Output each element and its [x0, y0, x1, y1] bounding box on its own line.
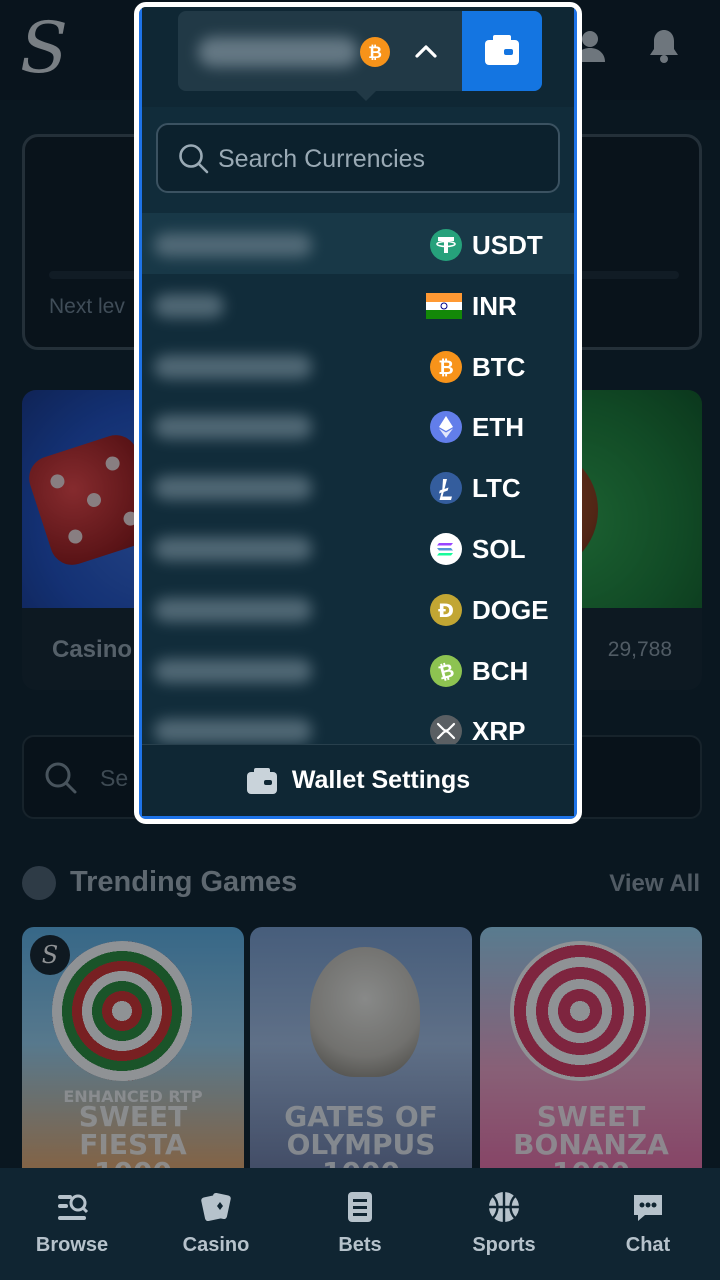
- currency-code: BTC: [472, 351, 526, 382]
- blurred-amount: [154, 476, 312, 501]
- nav-label: Browse: [35, 1234, 109, 1256]
- currency-search-input[interactable]: [218, 139, 548, 179]
- dropdown-caret: [356, 91, 376, 101]
- bets-icon: [348, 1192, 372, 1222]
- currency-row-inr[interactable]: INR: [142, 274, 574, 335]
- wallet-button[interactable]: [462, 11, 542, 91]
- usdt-icon: [430, 229, 462, 261]
- chat-icon: [634, 1195, 662, 1221]
- blurred-amount: [154, 415, 312, 440]
- currency-list: USDT INR ₿ BTC ETH LTC SOL Ð DOGE ₿ BCH …: [142, 213, 574, 760]
- currency-list-panel: USDT INR ₿ BTC ETH: [142, 107, 574, 748]
- currency-search-field[interactable]: [156, 123, 560, 193]
- currency-code: INR: [472, 290, 517, 321]
- nav-label: Sports: [472, 1234, 536, 1256]
- bitcoin-icon: ₿: [430, 350, 462, 383]
- blurred-amount: [154, 719, 312, 744]
- balance-selector[interactable]: ₿: [178, 11, 542, 91]
- bottom-navigation: Browse Casino Bets Sports Chat: [0, 1168, 720, 1280]
- cards-icon: [201, 1192, 231, 1222]
- blurred-amount: [154, 233, 312, 257]
- svg-text:Ð: Ð: [438, 600, 454, 622]
- currency-row-btc[interactable]: ₿ BTC: [142, 335, 574, 396]
- currency-code: XRP: [472, 716, 526, 747]
- currency-row-doge[interactable]: Ð DOGE: [142, 578, 574, 639]
- nav-bets[interactable]: Bets: [300, 1190, 420, 1257]
- currency-row-bch[interactable]: ₿ BCH: [142, 639, 574, 700]
- basketball-icon: [489, 1192, 519, 1222]
- blurred-amount: [154, 597, 312, 622]
- nav-sports[interactable]: Sports: [444, 1190, 564, 1257]
- currency-code: SOL: [472, 533, 526, 564]
- nav-chat[interactable]: Chat: [588, 1190, 708, 1257]
- litecoin-icon: [430, 472, 462, 505]
- nav-label: Chat: [625, 1234, 671, 1256]
- nav-label: Bets: [338, 1234, 382, 1256]
- wallet-icon: [246, 767, 277, 794]
- wallet-settings-button[interactable]: Wallet Settings: [142, 744, 574, 816]
- currency-code: USDT: [472, 230, 543, 260]
- currency-row-eth[interactable]: ETH: [142, 395, 574, 456]
- currency-code: BCH: [472, 655, 529, 686]
- ethereum-icon: [430, 411, 462, 444]
- browse-icon: [58, 1194, 89, 1220]
- nav-label: Casino: [182, 1234, 250, 1256]
- blurred-amount: [154, 658, 312, 683]
- nav-casino[interactable]: Casino: [156, 1190, 276, 1257]
- blurred-balance: [198, 37, 358, 67]
- bitcoin-cash-icon: ₿: [430, 654, 462, 687]
- blurred-amount: [154, 354, 312, 379]
- search-icon: [179, 144, 209, 174]
- wallet-settings-label: Wallet Settings: [291, 766, 471, 794]
- blurred-amount: [154, 536, 312, 561]
- nav-browse[interactable]: Browse: [12, 1190, 132, 1257]
- currency-row-sol[interactable]: SOL: [142, 517, 574, 578]
- blurred-amount: [154, 293, 224, 318]
- svg-text:₿: ₿: [438, 357, 453, 379]
- svg-text:₿: ₿: [368, 43, 382, 63]
- solana-icon: [430, 532, 462, 565]
- currency-code: LTC: [472, 473, 521, 504]
- currency-dropdown: ₿ USDT INR: [134, 2, 582, 824]
- xrp-icon: [430, 715, 462, 748]
- india-flag-icon: [426, 292, 462, 319]
- currency-row-usdt[interactable]: USDT: [142, 213, 574, 274]
- currency-code: DOGE: [472, 594, 549, 625]
- chevron-up-icon[interactable]: [410, 35, 442, 67]
- wallet-icon: [485, 35, 519, 65]
- bitcoin-icon: ₿: [360, 37, 390, 67]
- currency-code: ETH: [472, 412, 524, 443]
- currency-row-ltc[interactable]: LTC: [142, 456, 574, 517]
- dogecoin-icon: Ð: [430, 593, 462, 626]
